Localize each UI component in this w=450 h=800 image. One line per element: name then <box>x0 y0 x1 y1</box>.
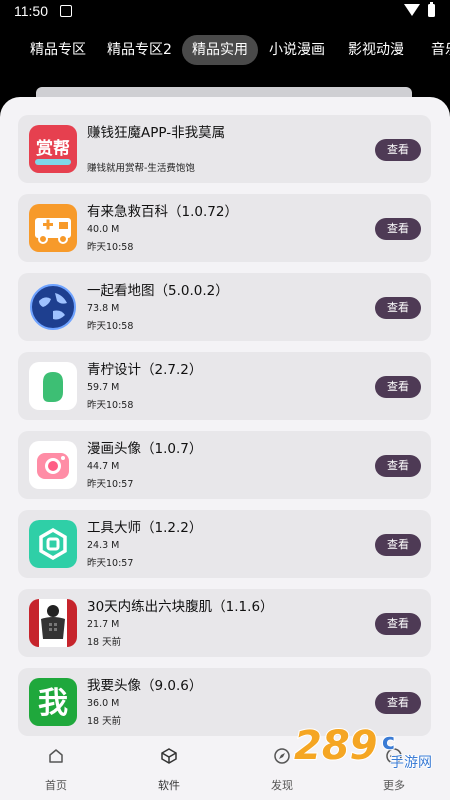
notification-icon <box>60 5 72 17</box>
view-button[interactable]: 查看 <box>375 218 421 240</box>
watermark-logo: 289 c 手游网 <box>290 715 450 775</box>
app-card[interactable]: 赏帮 赚钱狂魔APP-非我莫属 赚钱就用赏帮-生活费饱饱 查看 <box>18 115 431 183</box>
software-cube-icon <box>161 748 177 764</box>
app-name: 漫画头像（1.0.7） <box>87 441 203 457</box>
app-size: 24.3 M <box>87 540 120 551</box>
app-size: 73.8 M <box>87 303 120 314</box>
app-name: 赚钱狂魔APP-非我莫属 <box>87 125 226 141</box>
view-button[interactable]: 查看 <box>375 297 421 319</box>
app-date: 昨天10:58 <box>87 242 134 253</box>
nav-home-label: 首页 <box>45 779 67 792</box>
view-button[interactable]: 查看 <box>375 534 421 556</box>
home-icon <box>49 749 63 763</box>
app-size: 36.0 M <box>87 698 120 709</box>
nav-software[interactable]: 软件 <box>129 736 209 800</box>
nav-home[interactable]: 首页 <box>16 736 96 800</box>
status-time: 11:50 <box>14 3 48 19</box>
app-card[interactable]: 一起看地图（5.0.0.2） 73.8 M 昨天10:58 查看 <box>18 273 431 341</box>
app-date: 昨天10:58 <box>87 400 134 411</box>
app-name: 30天内练出六块腹肌（1.1.6） <box>87 599 274 615</box>
globe-icon <box>29 283 77 331</box>
app-date: 昨天10:57 <box>87 479 134 490</box>
app-card[interactable]: 工具大师（1.2.2） 24.3 M 昨天10:57 查看 <box>18 510 431 578</box>
status-bar: 11:50 <box>0 0 450 24</box>
ambulance-icon <box>29 204 77 252</box>
view-button[interactable]: 查看 <box>375 613 421 635</box>
watermark-number: 289 <box>294 723 378 769</box>
battery-icon <box>428 2 435 17</box>
category-tabs: 精品专区 精品专区2 精品实用 小说漫画 影视动漫 音乐 <box>0 32 450 68</box>
shangbang-logo-icon: 赏帮 <box>29 125 77 173</box>
fitness-man-icon <box>29 599 77 647</box>
nav-discover-label: 发现 <box>271 779 293 792</box>
wifi-icon <box>404 4 420 16</box>
nav-software-label: 软件 <box>158 779 180 792</box>
app-name: 青柠设计（2.7.2） <box>87 362 203 378</box>
app-description: 赚钱就用赏帮-生活费饱饱 <box>87 163 195 174</box>
tab-0[interactable]: 精品专区 <box>20 35 96 65</box>
app-date: 18 天前 <box>87 637 122 648</box>
app-size: 21.7 M <box>87 619 120 630</box>
compass-icon <box>274 748 290 764</box>
nav-more-label: 更多 <box>383 779 405 792</box>
view-button[interactable]: 查看 <box>375 455 421 477</box>
toolbox-hexagon-icon <box>29 520 77 568</box>
tab-3[interactable]: 小说漫画 <box>259 35 335 65</box>
shangbang-logo-text: 赏帮 <box>36 138 70 159</box>
wo-character-icon: 我 <box>29 678 77 726</box>
app-size: 40.0 M <box>87 224 120 235</box>
app-size: 44.7 M <box>87 461 120 472</box>
lime-leaf-icon <box>29 362 77 410</box>
app-name: 一起看地图（5.0.0.2） <box>87 283 229 299</box>
view-button[interactable]: 查看 <box>375 692 421 714</box>
camera-icon <box>29 441 77 489</box>
app-list-sheet: 赏帮 赚钱狂魔APP-非我莫属 赚钱就用赏帮-生活费饱饱 查看 有来急救百科（1… <box>0 97 450 800</box>
app-date: 昨天10:57 <box>87 558 134 569</box>
app-size: 59.7 M <box>87 382 120 393</box>
app-date: 昨天10:58 <box>87 321 134 332</box>
tab-5[interactable]: 音乐 <box>421 35 450 65</box>
tab-2[interactable]: 精品实用 <box>182 35 258 65</box>
app-name: 工具大师（1.2.2） <box>87 520 203 536</box>
app-card[interactable]: 30天内练出六块腹肌（1.1.6） 21.7 M 18 天前 查看 <box>18 589 431 657</box>
view-button[interactable]: 查看 <box>375 376 421 398</box>
wo-character-text: 我 <box>38 686 68 721</box>
app-name: 有来急救百科（1.0.72） <box>87 204 238 220</box>
app-card[interactable]: 漫画头像（1.0.7） 44.7 M 昨天10:57 查看 <box>18 431 431 499</box>
app-name: 我要头像（9.0.6） <box>87 678 203 694</box>
watermark-suffix: c <box>382 730 395 755</box>
view-button[interactable]: 查看 <box>375 139 421 161</box>
watermark-sub: 手游网 <box>390 755 432 771</box>
app-date: 18 天前 <box>87 716 122 727</box>
app-card[interactable]: 青柠设计（2.7.2） 59.7 M 昨天10:58 查看 <box>18 352 431 420</box>
tab-1[interactable]: 精品专区2 <box>97 35 182 65</box>
tab-4[interactable]: 影视动漫 <box>338 35 414 65</box>
app-card[interactable]: 有来急救百科（1.0.72） 40.0 M 昨天10:58 查看 <box>18 194 431 262</box>
